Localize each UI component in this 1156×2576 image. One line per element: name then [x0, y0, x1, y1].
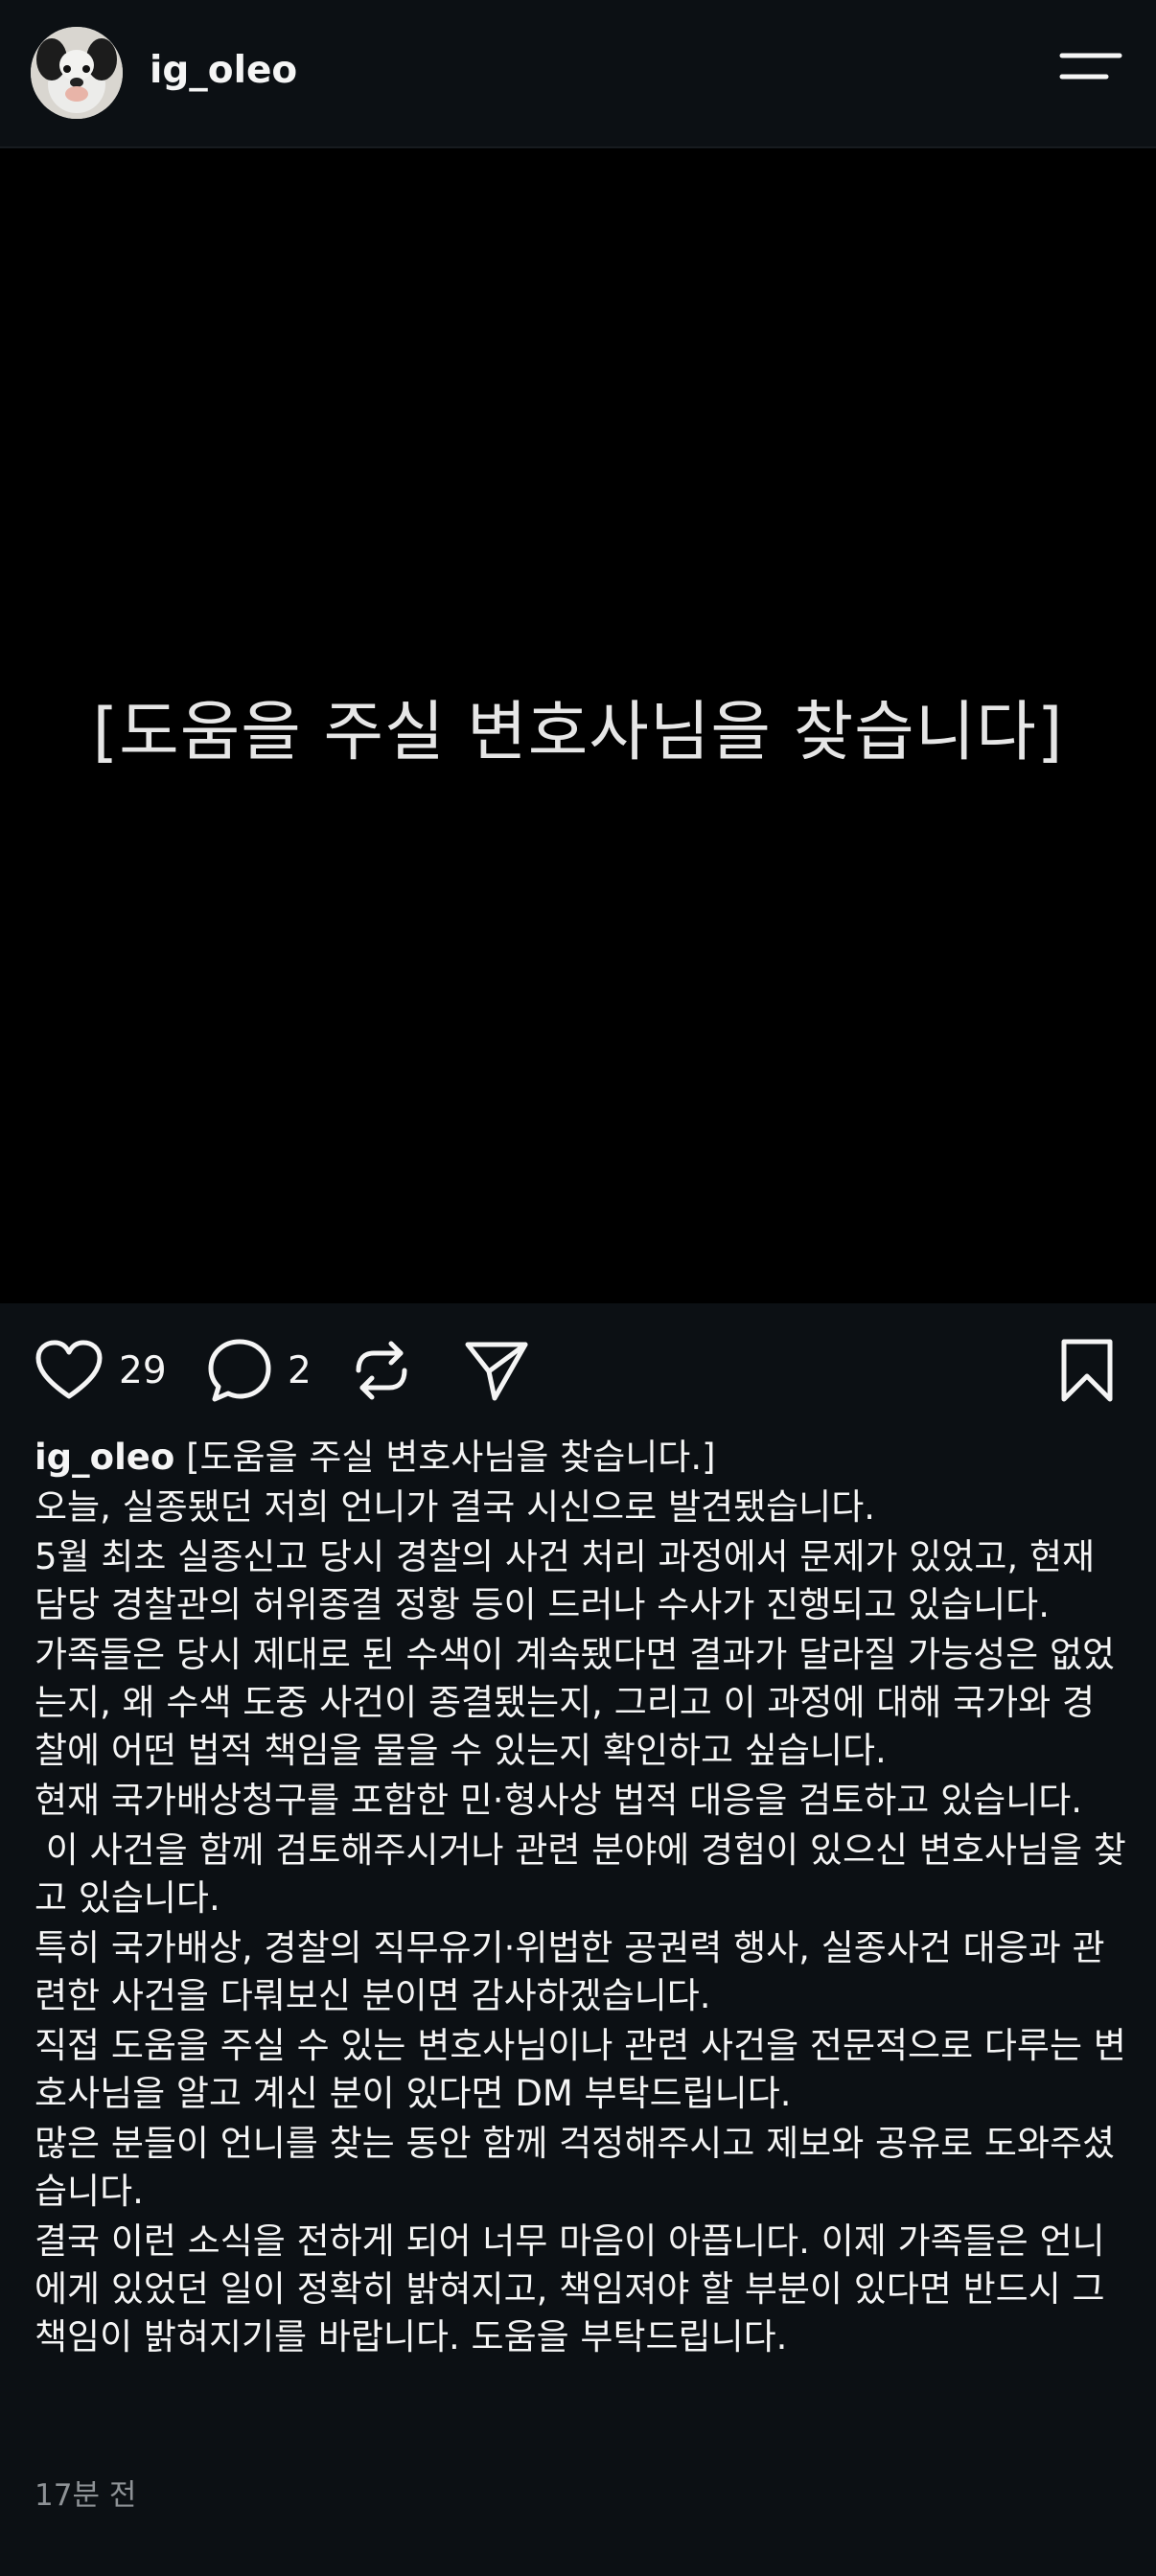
- menu-icon[interactable]: [1058, 48, 1123, 86]
- like-button[interactable]: 29: [35, 1303, 167, 1438]
- repost-icon: [356, 1341, 407, 1400]
- like-count: 29: [119, 1348, 167, 1392]
- caption-paragraph: 오늘, 실종됐던 저희 언니가 결국 시신으로 발견됐습니다.: [35, 1486, 876, 1528]
- caption-title: [도움을 주실 변호사님을 찾습니다.]: [186, 1437, 716, 1478]
- caption-paragraph: 이 사건을 함께 검토해주시거나 관련 분야에 경험이 있으신 변호사님을 찾고…: [35, 1829, 1126, 1919]
- caption-paragraph: 5월 최초 실종신고 당시 경찰의 사건 처리 과정에서 문제가 있었고, 현재…: [35, 1536, 1106, 1625]
- share-button[interactable]: [464, 1303, 529, 1438]
- caption-paragraph: 많은 분들이 언니를 찾는 동안 함께 걱정해주시고 제보와 공유로 도와주셨습…: [35, 2123, 1116, 2212]
- avatar[interactable]: [31, 27, 123, 119]
- caption-paragraph: 특히 국가배상, 경찰의 직무유기·위법한 공권력 행사, 실종사건 대응과 관…: [35, 1927, 1105, 2016]
- comment-icon: [208, 1339, 271, 1402]
- comment-count: 2: [288, 1348, 312, 1392]
- post-header: ig_oleo: [0, 0, 1156, 148]
- bookmark-icon: [1061, 1339, 1113, 1402]
- post-timestamp: 17분 전: [35, 2478, 137, 2513]
- caption-paragraph: 결국 이런 소식을 전하게 되어 너무 마음이 아픕니다. 이제 가족들은 언니…: [35, 2220, 1117, 2358]
- header-username[interactable]: ig_oleo: [150, 44, 297, 98]
- caption-paragraph: 현재 국가배상청구를 포함한 민·형사상 법적 대응을 검토하고 있습니다.: [35, 1780, 1083, 1821]
- repost-button[interactable]: [351, 1303, 412, 1438]
- heart-icon: [35, 1340, 103, 1399]
- save-button[interactable]: [1058, 1303, 1116, 1438]
- caption-paragraph: 직접 도움을 주실 수 있는 변호사님이나 관련 사건을 전문적으로 다루는 변…: [35, 2025, 1126, 2114]
- caption-paragraph: 가족들은 당시 제대로 된 수색이 계속됐다면 결과가 달라질 가능성은 없었는…: [35, 1634, 1116, 1771]
- post-media[interactable]: [도움을 주실 변호사님을 찾습니다]: [0, 149, 1156, 1303]
- action-bar: 29 2: [0, 1303, 1156, 1438]
- dog-avatar-icon: [31, 27, 123, 119]
- caption-first-line: ig_oleo [도움을 주실 변호사님을 찾습니다.]: [35, 1434, 1127, 1482]
- send-icon: [465, 1342, 528, 1401]
- media-text: [도움을 주실 변호사님을 찾습니다]: [92, 695, 1064, 770]
- caption: ig_oleo [도움을 주실 변호사님을 찾습니다.] 오늘, 실종됐던 저희…: [35, 1434, 1127, 2363]
- comment-button[interactable]: 2: [207, 1303, 312, 1438]
- caption-username[interactable]: ig_oleo: [35, 1437, 174, 1478]
